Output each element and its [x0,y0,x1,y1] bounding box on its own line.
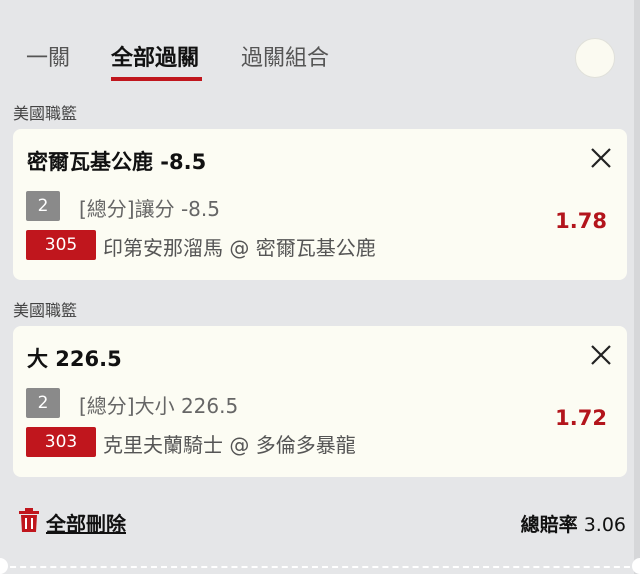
ticket-notch-left [0,558,8,574]
bet-number-badge: 2 [26,388,60,418]
close-icon[interactable] [589,146,613,170]
bet-odds: 1.72 [555,406,607,430]
bet-description: [總分]讓分 -8.5 [79,197,220,221]
tab-bar: 一關 全部過關 過關組合 [0,0,640,90]
league-label: 美國職籃 [13,104,78,123]
match-name: 印第安那溜馬 @ 密爾瓦基公鹿 [103,236,376,260]
delete-all-label: 全部刪除 [46,511,126,536]
game-code-badge: 303 [26,427,96,457]
bet-card: 密爾瓦基公鹿 -8.5 2 [總分]讓分 -8.5 305 印第安那溜馬 @ 密… [13,129,627,280]
tab-all-parlay[interactable]: 全部過關 [111,40,199,72]
bet-card: 大 226.5 2 [總分]大小 226.5 303 克里夫蘭騎士 @ 多倫多暴… [13,326,627,477]
game-code-badge: 305 [26,230,96,260]
total-odds-label: 總賠率 [520,514,578,536]
bet-title: 密爾瓦基公鹿 -8.5 [27,150,207,174]
close-icon[interactable] [589,343,613,367]
circle-button[interactable] [575,38,615,78]
bet-title: 大 226.5 [27,347,122,371]
tab-single[interactable]: 一關 [26,40,70,72]
bet-description: [總分]大小 226.5 [79,394,239,418]
total-odds-value: 3.06 [583,514,626,536]
match-name: 克里夫蘭騎士 @ 多倫多暴龍 [103,433,356,457]
active-tab-indicator [111,77,202,81]
league-label: 美國職籃 [13,301,78,320]
bet-odds: 1.78 [555,209,607,233]
delete-all-button[interactable]: 全部刪除 [18,507,126,537]
ticket-divider [0,566,640,568]
trash-icon [18,507,40,537]
total-odds: 總賠率 3.06 [521,510,626,537]
bet-number-badge: 2 [26,191,60,221]
tab-parlay-combo[interactable]: 過關組合 [241,40,329,72]
